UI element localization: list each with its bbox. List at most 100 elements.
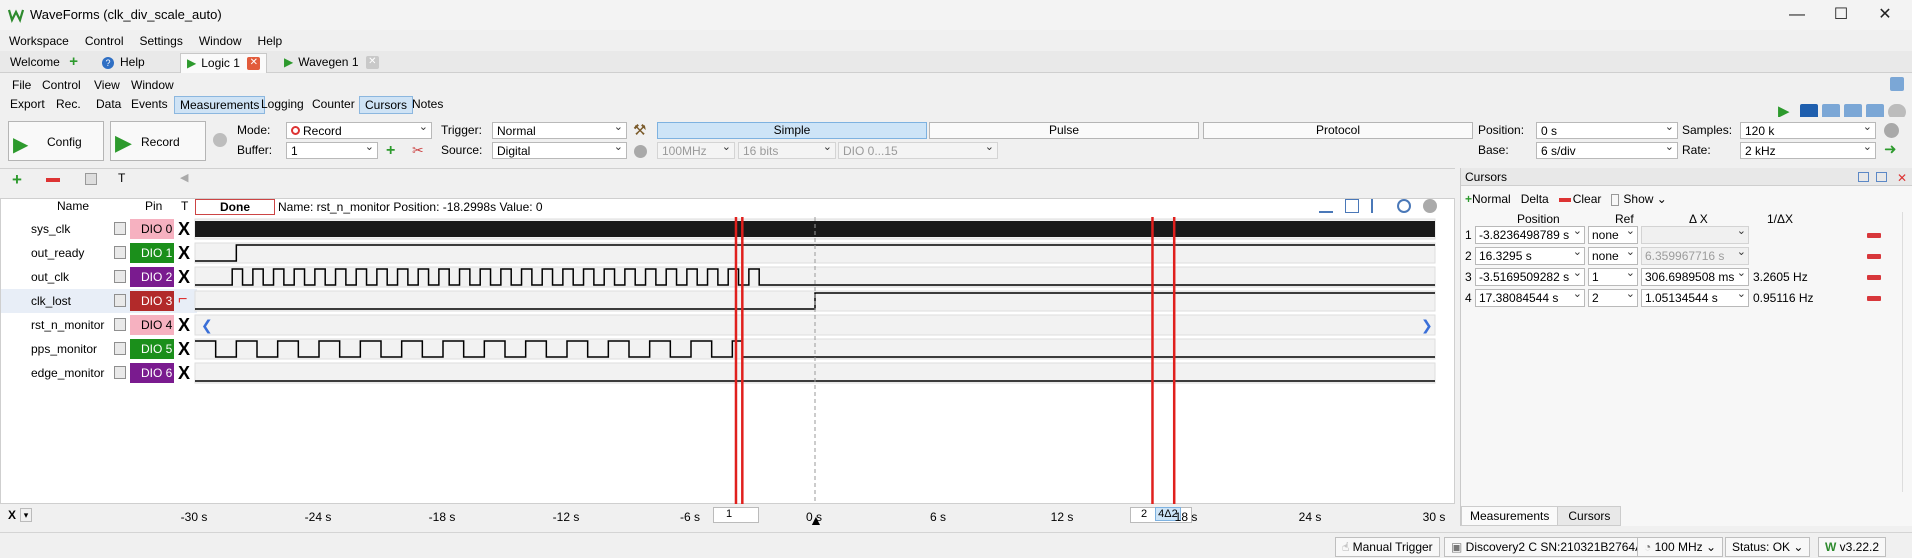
- minimize-button[interactable]: —: [1782, 4, 1812, 26]
- config-button[interactable]: ▶ Config: [8, 121, 104, 161]
- cursor-position-field[interactable]: 16.3295 s: [1475, 247, 1585, 265]
- device-label: Discovery2 C SN:210321B2764A #4: [1465, 540, 1660, 554]
- menu-settings[interactable]: Settings: [140, 34, 183, 48]
- x-axis: X ▾ 1 2 4Δ2 -30 s -24 s -18 s -12 s -6 s0 s6 …: [0, 504, 1455, 528]
- cursor2-label: 2: [1141, 508, 1148, 520]
- waveform-canvas[interactable]: ❮ ❯: [1, 199, 1456, 505]
- delete-cursor-icon[interactable]: [1867, 254, 1881, 259]
- settings-gear-icon[interactable]: [213, 133, 227, 147]
- close-tab-icon[interactable]: ✕: [247, 57, 261, 71]
- text-icon[interactable]: T: [118, 171, 125, 185]
- tab-export[interactable]: Export: [5, 96, 50, 114]
- menu-view[interactable]: View: [94, 78, 120, 92]
- menu-window[interactable]: Window: [199, 34, 242, 48]
- menu-window-2[interactable]: Window: [131, 78, 174, 92]
- cursor-inv-dx: 3.2605 Hz: [1753, 270, 1808, 284]
- samples-gear-icon[interactable]: [1884, 123, 1899, 138]
- mode-value: Record: [303, 124, 342, 138]
- tab-wavegen-1[interactable]: ▶ Wavegen 1 ✕: [278, 53, 385, 73]
- axis-menu-dropdown[interactable]: ▾: [20, 508, 32, 522]
- cursor-scrollbar[interactable]: [1902, 212, 1912, 492]
- hammer-icon[interactable]: ⚒: [633, 121, 646, 139]
- menu-file[interactable]: File: [12, 78, 31, 92]
- panel-dock-icon[interactable]: [1858, 172, 1869, 182]
- menu-control-2[interactable]: Control: [42, 78, 81, 92]
- source-gear-icon[interactable]: [634, 145, 647, 158]
- menu-workspace[interactable]: Workspace: [9, 34, 69, 48]
- pulse-tab[interactable]: Pulse: [929, 122, 1199, 139]
- bits-select[interactable]: 16 bits: [738, 140, 836, 159]
- clock-select[interactable]: ◔ 100 MHz ⌄: [1637, 537, 1724, 557]
- channel-edit-icon[interactable]: [85, 173, 97, 185]
- tab-welcome[interactable]: Welcome +: [4, 53, 86, 73]
- simple-tab[interactable]: Simple: [657, 122, 927, 139]
- cursor-ref-select[interactable]: none: [1588, 226, 1638, 244]
- cursor-dx-field[interactable]: [1641, 226, 1749, 244]
- menu-control[interactable]: Control: [85, 34, 124, 48]
- tab-measurements-panel[interactable]: Measurements: [1461, 506, 1559, 526]
- add-buffer-icon[interactable]: +: [386, 142, 395, 160]
- axis-menu[interactable]: X: [8, 508, 16, 522]
- remove-channel-icon[interactable]: [46, 178, 60, 182]
- delta-cursor-button[interactable]: Delta: [1521, 192, 1549, 206]
- cursor1-selector[interactable]: 1: [713, 507, 759, 523]
- cursor-ref-select[interactable]: none: [1588, 247, 1638, 265]
- tab-cursors[interactable]: Cursors: [359, 96, 414, 114]
- source-select[interactable]: Digital: [492, 140, 627, 159]
- version-button[interactable]: W v3.22.2: [1818, 537, 1887, 557]
- add-channel-icon[interactable]: +: [12, 170, 22, 190]
- dock-icon[interactable]: [1890, 77, 1904, 91]
- scroll-left-icon[interactable]: ◀: [180, 171, 188, 184]
- tab-counter[interactable]: Counter: [307, 96, 360, 114]
- tab-cursors-panel[interactable]: Cursors: [1558, 506, 1622, 526]
- scissors-icon[interactable]: ✂: [412, 142, 424, 159]
- mode-select[interactable]: Record: [286, 120, 432, 139]
- x-tick-label: 30 s: [1422, 510, 1446, 524]
- add-icon[interactable]: +: [67, 54, 80, 69]
- menu-help[interactable]: Help: [258, 34, 283, 48]
- delete-cursor-icon[interactable]: [1867, 233, 1881, 238]
- clear-cursors-button[interactable]: Clear: [1558, 192, 1601, 206]
- protocol-tab[interactable]: Protocol: [1203, 122, 1473, 139]
- cursor-ref-select[interactable]: 1: [1588, 268, 1638, 286]
- maximize-button[interactable]: ☐: [1826, 4, 1856, 26]
- device-select[interactable]: ▣ Discovery2 C SN:210321B2764A #4: [1444, 537, 1667, 557]
- cursor-position-field[interactable]: -3.8236498789 s: [1475, 226, 1585, 244]
- normal-cursor-button[interactable]: +Normal: [1465, 192, 1511, 206]
- trigger-select[interactable]: Normal: [492, 120, 627, 139]
- trigger-label: Trigger:: [441, 123, 482, 137]
- tab-rec[interactable]: Rec.: [51, 96, 86, 114]
- tab-events[interactable]: Events: [126, 96, 173, 114]
- tab-notes[interactable]: Notes: [407, 96, 448, 114]
- cursor-ref-select[interactable]: 2: [1588, 289, 1638, 307]
- dio-select[interactable]: DIO 0...15: [838, 140, 998, 159]
- tab-help[interactable]: ? Help: [96, 53, 151, 73]
- buffer-input[interactable]: 1: [286, 140, 378, 159]
- manual-trigger-button[interactable]: ☝ Manual Trigger: [1335, 537, 1440, 557]
- record-button[interactable]: ▶ Record: [110, 121, 206, 161]
- tab-logic-1[interactable]: ▶ Logic 1 ✕: [180, 53, 268, 73]
- cursor-position-field[interactable]: -3.5169509282 s: [1475, 268, 1585, 286]
- trigger-position-icon[interactable]: ▲: [809, 512, 823, 528]
- delete-cursor-icon[interactable]: [1867, 275, 1881, 280]
- cursor-position-field[interactable]: 17.38084544 s: [1475, 289, 1585, 307]
- status-indicator[interactable]: Status: OK ⌄: [1725, 537, 1811, 557]
- tab-data[interactable]: Data: [91, 96, 126, 114]
- samples-select[interactable]: 120 k: [1740, 120, 1876, 139]
- delete-cursor-icon[interactable]: [1867, 296, 1881, 301]
- cursor-dx-field[interactable]: 6.359967716 s: [1641, 247, 1749, 265]
- panel-float-icon[interactable]: [1876, 172, 1887, 182]
- arrow-right-icon[interactable]: ➜: [1884, 140, 1897, 158]
- cursor-dx-field[interactable]: 306.6989508 ms: [1641, 268, 1749, 286]
- tab-measurements[interactable]: Measurements: [174, 96, 266, 114]
- position-select[interactable]: 0 s: [1536, 120, 1678, 139]
- panel-close-icon[interactable]: ✕: [1897, 171, 1907, 185]
- tab-logging[interactable]: Logging: [256, 96, 309, 114]
- show-button[interactable]: Show ⌄: [1611, 192, 1667, 206]
- close-button[interactable]: ✕: [1870, 4, 1900, 26]
- frequency-select[interactable]: 100MHz: [657, 140, 735, 159]
- close-tab-icon[interactable]: ✕: [365, 56, 379, 70]
- rate-select[interactable]: 2 kHz: [1740, 140, 1876, 159]
- base-select[interactable]: 6 s/div: [1536, 140, 1678, 159]
- cursor-dx-field[interactable]: 1.05134544 s: [1641, 289, 1749, 307]
